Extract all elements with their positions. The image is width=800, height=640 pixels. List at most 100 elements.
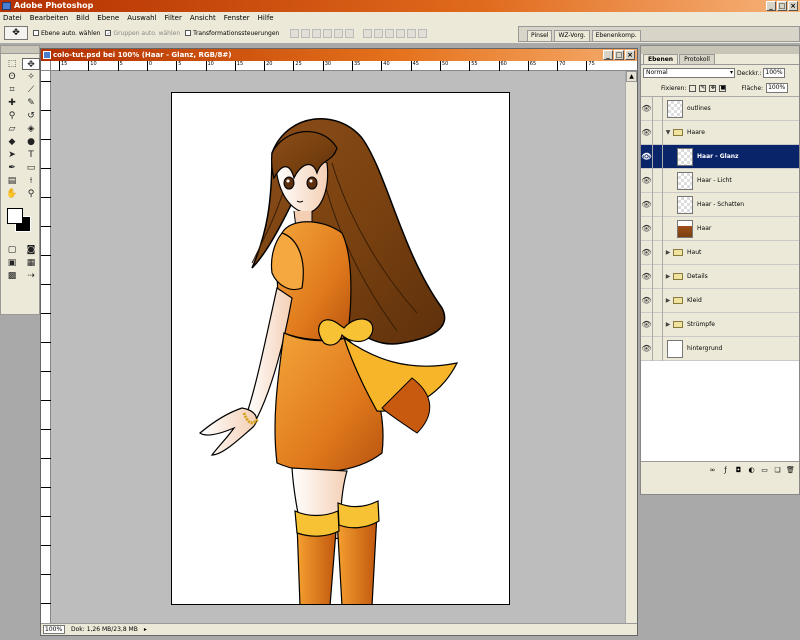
distribute-vcenter-button[interactable] <box>374 28 384 38</box>
layer-row[interactable]: 👁 Haar - Glanz <box>641 144 799 169</box>
menu-bearbeiten[interactable]: Bearbeiten <box>30 14 68 22</box>
layer-link-cell[interactable] <box>653 216 663 241</box>
collapse-arrow-icon[interactable]: ▼ <box>663 129 673 136</box>
distribute-left-button[interactable] <box>396 28 406 38</box>
align-bottom-button[interactable] <box>312 28 322 38</box>
vertical-scrollbar[interactable]: ▲ <box>625 71 637 623</box>
dodge-tool-icon[interactable]: ● <box>22 136 40 148</box>
visibility-eye-icon[interactable]: 👁 <box>641 192 653 217</box>
move-tool-preset-picker[interactable]: ✥ <box>4 26 28 40</box>
eraser-tool-icon[interactable]: ▱ <box>3 123 21 135</box>
jump-to-imageready-icon[interactable]: ⇢ <box>22 270 40 282</box>
layer-link-cell[interactable] <box>653 192 663 217</box>
scroll-up-arrow[interactable]: ▲ <box>626 71 637 82</box>
path-selection-tool-icon[interactable]: ➤ <box>3 149 21 161</box>
doc-maximize-button[interactable]: □ <box>614 50 624 60</box>
document-size-info[interactable]: Dok: 1,26 MB/23,8 MB <box>71 626 138 633</box>
expand-arrow-icon[interactable]: ▶ <box>663 249 673 256</box>
visibility-eye-icon[interactable]: 👁 <box>641 240 653 265</box>
new-group-icon[interactable]: ▭ <box>760 466 769 475</box>
delete-layer-icon[interactable]: 🗑 <box>786 466 795 475</box>
layer-link-cell[interactable] <box>653 288 663 313</box>
layer-row[interactable]: 👁 ▶ Details <box>641 264 799 289</box>
visibility-eye-icon[interactable]: 👁 <box>641 96 653 121</box>
layer-row[interactable]: 👁 hintergrund <box>641 336 799 361</box>
doc-close-button[interactable]: × <box>625 50 635 60</box>
align-right-button[interactable] <box>345 28 355 38</box>
ruler-origin[interactable] <box>41 61 51 71</box>
palette-tab-tool-presets[interactable]: WZ-Vorg. <box>554 30 590 41</box>
new-layer-icon[interactable]: ❏ <box>773 466 782 475</box>
pen-tool-icon[interactable]: ✒ <box>3 162 21 174</box>
quick-mask-mode-icon[interactable]: ◙ <box>22 244 40 256</box>
visibility-eye-icon[interactable]: 👁 <box>641 312 653 337</box>
distribute-top-button[interactable] <box>363 28 373 38</box>
menu-datei[interactable]: Datei <box>3 14 22 22</box>
document-canvas[interactable] <box>171 92 510 605</box>
lock-transparency-icon[interactable] <box>689 84 697 92</box>
zoom-field[interactable]: 100% <box>43 625 65 634</box>
healing-brush-tool-icon[interactable]: ✚ <box>3 97 21 109</box>
foreground-color-swatch[interactable] <box>7 208 23 224</box>
lock-pixels-icon[interactable]: ✎ <box>699 84 707 92</box>
minimize-button[interactable]: _ <box>766 1 776 11</box>
doc-minimize-button[interactable]: _ <box>603 50 613 60</box>
marquee-tool-icon[interactable]: ⬚ <box>3 58 21 70</box>
layer-row[interactable]: 👁 ▶ Strümpfe <box>641 312 799 337</box>
brush-tool-icon[interactable]: ✎ <box>22 97 40 109</box>
layer-row[interactable]: 👁 Haar - Licht <box>641 168 799 193</box>
layer-mask-icon[interactable]: ◘ <box>734 466 743 475</box>
vertical-ruler[interactable] <box>41 71 51 623</box>
palette-tab-layer-comps[interactable]: Ebenenkomp. <box>591 30 641 41</box>
lock-all-icon[interactable]: ■ <box>719 84 727 92</box>
full-screen-mode-icon[interactable]: ▩ <box>3 270 21 282</box>
adjustment-layer-icon[interactable]: ◐ <box>747 466 756 475</box>
horizontal-ruler[interactable]: 15 10 5 0 5 10 15 20 25 30 35 40 45 50 55 60 65 70 75 <box>51 61 637 71</box>
layer-row[interactable]: 👁 Haar - Schatten <box>641 192 799 217</box>
layer-link-cell[interactable] <box>653 240 663 265</box>
layer-row[interactable]: 👁 ▶ Haut <box>641 240 799 265</box>
history-brush-tool-icon[interactable]: ↺ <box>22 110 40 122</box>
visibility-eye-icon[interactable]: 👁 <box>641 168 653 193</box>
menu-filter[interactable]: Filter <box>165 14 182 22</box>
menu-ebene[interactable]: Ebene <box>97 14 119 22</box>
visibility-eye-icon[interactable]: 👁 <box>641 120 653 145</box>
close-button[interactable]: × <box>788 1 798 11</box>
expand-arrow-icon[interactable]: ▶ <box>663 297 673 304</box>
zoom-tool-icon[interactable]: ⚲ <box>22 188 40 200</box>
distribute-hcenter-button[interactable] <box>407 28 417 38</box>
layer-row[interactable]: 👁 ▶ Kleid <box>641 288 799 313</box>
maximize-button[interactable]: □ <box>777 1 787 11</box>
visibility-eye-icon[interactable]: 👁 <box>641 336 653 361</box>
layer-style-icon[interactable]: ƒ <box>721 466 730 475</box>
menu-fenster[interactable]: Fenster <box>224 14 250 22</box>
layer-link-cell[interactable] <box>653 168 663 193</box>
visibility-eye-icon[interactable]: 👁 <box>641 264 653 289</box>
standard-mode-icon[interactable]: ▢ <box>3 244 21 256</box>
menu-bild[interactable]: Bild <box>76 14 89 22</box>
slice-tool-icon[interactable]: ⟋ <box>22 84 40 96</box>
crop-tool-icon[interactable]: ⌗ <box>3 84 21 96</box>
transform-controls-checkbox[interactable]: Transformationssteuerungen <box>185 30 279 37</box>
auto-select-groups-checkbox[interactable]: ✓ Gruppen auto. wählen <box>105 30 180 37</box>
layer-row[interactable]: 👁 Haar <box>641 216 799 241</box>
layer-link-cell[interactable] <box>653 96 663 121</box>
fill-field[interactable]: 100% <box>766 83 789 93</box>
link-layers-icon[interactable]: ∞ <box>708 466 717 475</box>
clone-stamp-tool-icon[interactable]: ⚲ <box>3 110 21 122</box>
tab-ebenen[interactable]: Ebenen <box>643 54 679 64</box>
visibility-eye-icon[interactable]: 👁 <box>641 288 653 313</box>
layer-link-cell[interactable] <box>653 312 663 337</box>
auto-select-layer-checkbox[interactable]: Ebene auto. wählen <box>33 30 100 37</box>
canvas-area[interactable] <box>51 71 625 623</box>
document-titlebar[interactable]: colo-tut.psd bei 100% (Haar - Glanz, RGB… <box>41 49 637 61</box>
distribute-right-button[interactable] <box>418 28 428 38</box>
lock-position-icon[interactable]: ✥ <box>709 84 717 92</box>
blend-mode-select[interactable]: Normal <box>643 68 735 78</box>
type-tool-icon[interactable]: T <box>22 149 40 161</box>
layers-panel-grip[interactable] <box>641 46 799 54</box>
paint-bucket-tool-icon[interactable]: ◈ <box>22 123 40 135</box>
menu-auswahl[interactable]: Auswahl <box>127 14 156 22</box>
expand-arrow-icon[interactable]: ▶ <box>663 321 673 328</box>
layer-link-cell[interactable] <box>653 120 663 145</box>
